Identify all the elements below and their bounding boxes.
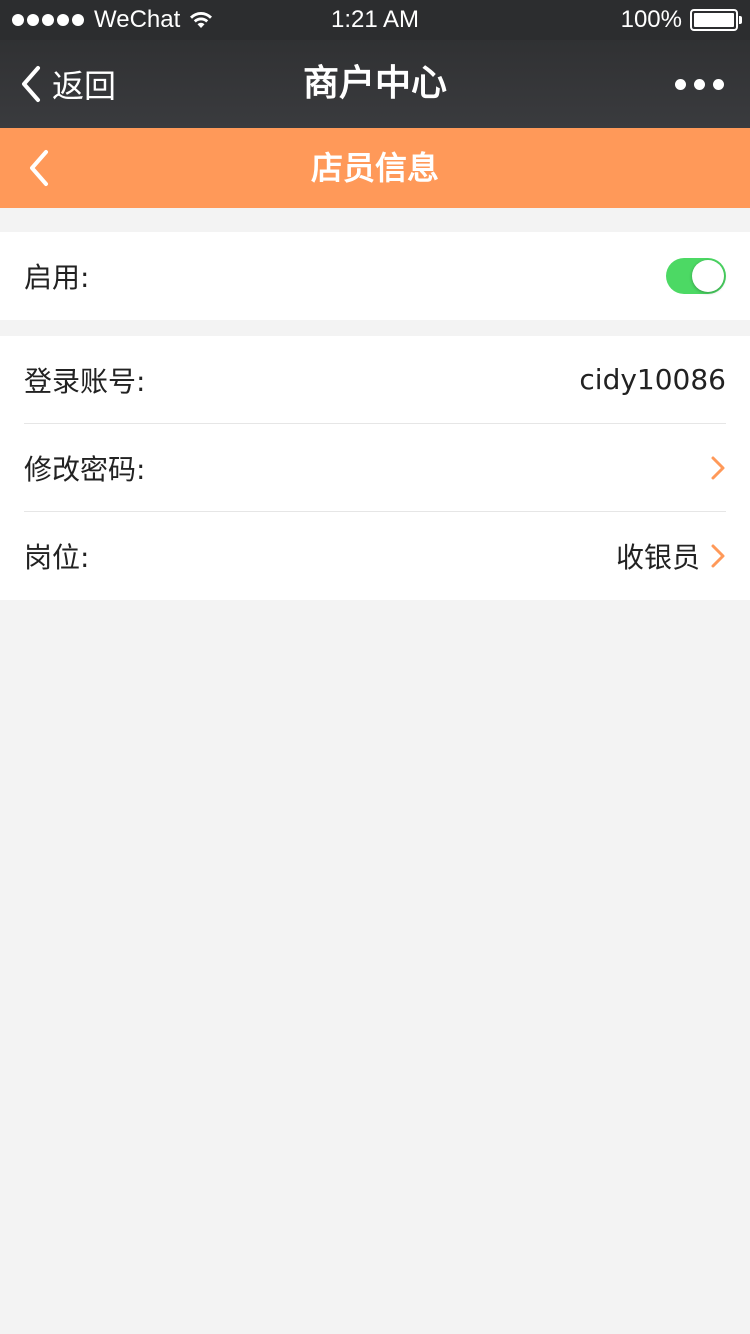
wechat-back-button[interactable]: 返回: [18, 40, 116, 128]
login-account-label: 登录账号:: [24, 364, 146, 398]
page-title: 店员信息: [310, 149, 439, 187]
back-chevron-icon: [22, 66, 40, 102]
change-password-label: 修改密码:: [24, 452, 146, 486]
enable-label: 启用:: [24, 261, 90, 294]
wechat-nav-title: 商户中心: [302, 63, 447, 104]
back-chevron-icon: [30, 150, 48, 186]
battery-percent: 100%: [620, 6, 682, 33]
position-label: 岗位:: [24, 541, 90, 574]
change-password-right: [710, 455, 726, 481]
enable-toggle[interactable]: [666, 258, 726, 294]
position-row[interactable]: 岗位: 收银员: [24, 512, 726, 600]
enable-row: 启用:: [24, 232, 726, 320]
login-account-row: 登录账号: cidy10086: [24, 336, 726, 424]
chevron-right-icon: [711, 544, 725, 568]
settings-group-account: 登录账号: cidy10086 修改密码: 岗位: 收银员: [0, 336, 750, 600]
page-back-button[interactable]: [14, 128, 64, 208]
wechat-back-label: 返回: [52, 67, 117, 105]
toggle-knob: [692, 260, 724, 292]
position-right: 收银员: [616, 536, 726, 576]
page-header: 店员信息: [0, 128, 750, 208]
battery-icon: [690, 9, 742, 31]
status-right: 100%: [620, 0, 742, 40]
position-value: 收银员: [615, 541, 700, 574]
chevron-right-icon: [711, 456, 725, 479]
settings-group-enable: 启用:: [0, 232, 750, 320]
wechat-nav-bar: 返回 商户中心: [0, 40, 750, 128]
change-password-row[interactable]: 修改密码:: [24, 424, 726, 512]
status-bar: WeChat 1:21 AM 100%: [0, 0, 750, 40]
login-account-value: cidy10086: [579, 363, 726, 396]
more-dots-icon[interactable]: [675, 40, 724, 128]
